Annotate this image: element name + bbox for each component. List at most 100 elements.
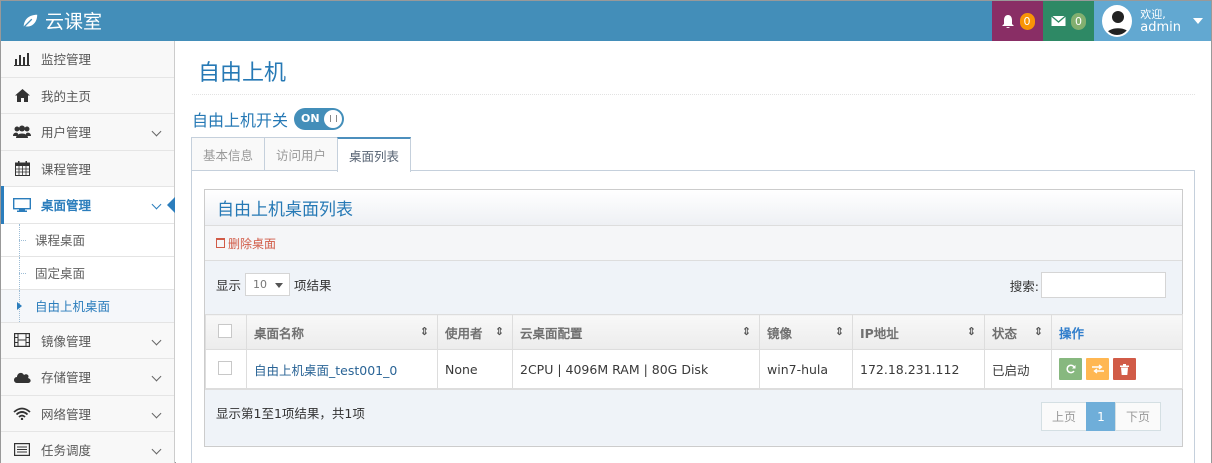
tab-desktop-list[interactable]: 桌面列表 <box>337 137 412 172</box>
wifi-icon <box>13 405 31 421</box>
page-length-value: 10 <box>253 278 268 291</box>
switch-row: 自由上机开关 ON <box>192 107 345 131</box>
sidebar-subitem-fixed-desktop[interactable]: 固定桌面 <box>1 256 174 290</box>
pagination: 上页 1 下页 <box>1040 402 1161 431</box>
trash-icon <box>1120 363 1129 375</box>
widget-title: 自由上机桌面列表 <box>205 190 1182 226</box>
page-button-current[interactable]: 1 <box>1085 402 1116 431</box>
refresh-button[interactable] <box>1059 358 1082 380</box>
column-header-image[interactable]: 镜像 <box>759 314 853 350</box>
top-navbar: 云课室 0 0 欢迎, admin <box>1 1 1211 41</box>
sidebar-item-label: 任务调度 <box>41 443 92 459</box>
cell-image: win7-hula <box>759 349 853 389</box>
user-icon <box>1106 11 1130 35</box>
chevron-down-icon <box>151 408 162 418</box>
sidebar-item-courses[interactable]: 课程管理 <box>1 150 174 187</box>
table-header-row: 桌面名称 使用者 云桌面配置 镜像 IP地址 状态 操作 <box>205 314 1183 350</box>
delete-desktop-button[interactable]: 删除桌面 <box>216 235 276 252</box>
cloud-icon <box>13 369 31 385</box>
messages-badge: 0 <box>1071 12 1086 30</box>
brand[interactable]: 云课室 <box>21 7 102 34</box>
column-header-ip[interactable]: IP地址 <box>852 314 985 350</box>
sidebar-item-label: 用户管理 <box>41 125 92 141</box>
leaf-icon <box>22 14 38 29</box>
sidebar-item-home[interactable]: 我的主页 <box>1 77 174 114</box>
sidebar-item-images[interactable]: 镜像管理 <box>1 322 174 359</box>
trash-icon <box>216 238 225 248</box>
sidebar-item-label: 我的主页 <box>41 88 92 104</box>
desktop-list-widget: 自由上机桌面列表 删除桌面 显示 10 项结果 搜索: 桌面名称 ⇕ 使用者 ⇕… <box>204 189 1183 447</box>
column-header-actions: 操作 <box>1051 314 1183 350</box>
messages-button[interactable]: 0 <box>1043 1 1094 41</box>
user-menu[interactable]: 欢迎, admin <box>1094 1 1211 41</box>
page-length-select[interactable]: 10 <box>245 273 291 296</box>
delete-desktop-label: 删除桌面 <box>228 236 277 251</box>
chevron-down-icon <box>151 444 162 455</box>
sidebar-item-storage[interactable]: 存储管理 <box>1 359 174 396</box>
caret-down-icon <box>1193 18 1203 24</box>
cell-config: 2CPU | 4096M RAM | 80G Disk <box>512 349 760 389</box>
exchange-icon <box>1091 364 1104 374</box>
chevron-down-icon <box>151 335 162 345</box>
tab-basic-info[interactable]: 基本信息 <box>191 137 266 171</box>
bell-icon <box>1001 14 1014 28</box>
active-indicator <box>167 197 175 213</box>
next-page-button[interactable]: 下页 <box>1114 402 1161 431</box>
tab-content: 自由上机桌面列表 删除桌面 显示 10 项结果 搜索: 桌面名称 ⇕ 使用者 ⇕… <box>191 170 1195 463</box>
envelope-icon <box>1051 15 1066 26</box>
desktop-name-link[interactable]: 自由上机桌面_test001_0 <box>254 363 397 378</box>
brand-name: 云课室 <box>45 11 103 33</box>
toolbar: 删除桌面 <box>205 226 1182 261</box>
length-suffix: 项结果 <box>294 278 332 293</box>
prev-page-button[interactable]: 上页 <box>1040 402 1087 431</box>
switch-button[interactable] <box>1086 358 1109 380</box>
calendar-icon <box>13 160 31 176</box>
cell-ip: 172.18.231.112 <box>852 349 985 389</box>
desktop-table: 桌面名称 使用者 云桌面配置 镜像 IP地址 状态 操作 自由上机桌面_test… <box>205 314 1183 389</box>
select-all-checkbox[interactable] <box>218 323 232 338</box>
sidebar-item-users[interactable]: 用户管理 <box>1 114 174 151</box>
tabs: 基本信息 访问用户 桌面列表 <box>191 137 412 172</box>
sidebar-item-label: 桌面管理 <box>41 198 92 214</box>
sidebar-subitem-course-desktop[interactable]: 课程桌面 <box>1 223 174 257</box>
sidebar-item-label: 课程管理 <box>41 161 92 177</box>
search: 搜索: <box>1010 272 1166 298</box>
page-length: 显示 10 项结果 <box>216 273 332 296</box>
sidebar-item-label: 镜像管理 <box>41 333 92 349</box>
search-label: 搜索: <box>1009 278 1039 294</box>
cell-actions <box>1051 349 1183 389</box>
bar-chart-icon <box>13 51 31 67</box>
cell-name: 自由上机桌面_test001_0 <box>246 349 438 389</box>
main-content: 自由上机 自由上机开关 ON 基本信息 访问用户 桌面列表 自由上机桌面列表 删… <box>176 41 1211 463</box>
delete-button[interactable] <box>1113 358 1136 380</box>
film-icon <box>13 332 31 348</box>
notifications-badge: 0 <box>1019 12 1035 30</box>
desktop-icon <box>13 197 31 213</box>
switch-label: 自由上机开关 <box>192 111 289 130</box>
select-all-cell <box>205 314 247 350</box>
cell-user: None <box>437 349 513 389</box>
tab-access-users[interactable]: 访问用户 <box>264 137 339 171</box>
search-input[interactable] <box>1041 272 1166 298</box>
sidebar-subitem-label: 自由上机桌面 <box>35 299 111 314</box>
sidebar-item-monitoring[interactable]: 监控管理 <box>1 41 174 78</box>
sidebar-item-label: 监控管理 <box>41 52 92 68</box>
length-prefix: 显示 <box>216 278 242 293</box>
table-info: 显示第1至1项结果，共1项 <box>216 406 365 421</box>
chevron-down-icon <box>151 199 162 210</box>
column-header-user[interactable]: 使用者 <box>437 314 513 350</box>
notifications-button[interactable]: 0 <box>992 1 1043 41</box>
sidebar-item-network[interactable]: 网络管理 <box>1 395 174 432</box>
column-header-config[interactable]: 云桌面配置 <box>512 314 760 350</box>
chevron-down-icon <box>151 126 162 137</box>
column-header-status[interactable]: 状态 <box>984 314 1052 350</box>
sidebar-subitem-free-desktop[interactable]: 自由上机桌面 <box>1 289 174 323</box>
column-header-name[interactable]: 桌面名称 <box>246 314 438 350</box>
sidebar-item-tasks[interactable]: 任务调度 <box>1 432 174 463</box>
sidebar-item-desktops[interactable]: 桌面管理 <box>1 186 175 224</box>
free-access-toggle[interactable]: ON <box>294 108 345 130</box>
page-title: 自由上机 <box>198 61 287 86</box>
row-checkbox[interactable] <box>218 360 232 375</box>
table-footer: 显示第1至1项结果，共1项 上页 1 下页 <box>205 389 1182 445</box>
toggle-state: ON <box>301 112 320 125</box>
